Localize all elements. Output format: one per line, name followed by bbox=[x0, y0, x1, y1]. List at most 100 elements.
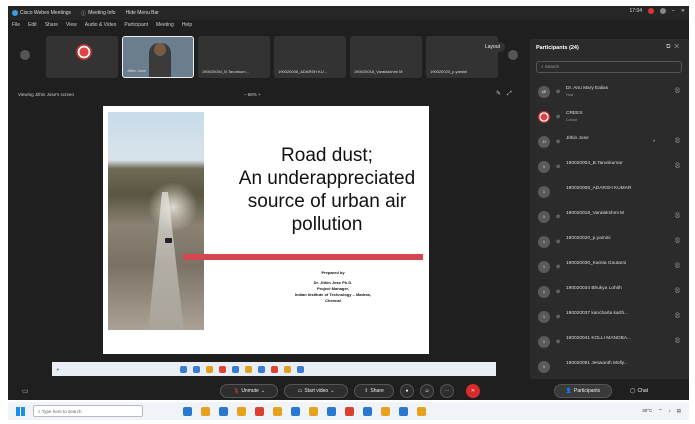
share-button[interactable]: ⇪ Share bbox=[354, 384, 394, 398]
participant-name: 190020018_Varalakshmi M bbox=[566, 211, 625, 216]
tile-name: 190020008_ADARSH KU... bbox=[278, 69, 327, 74]
webex-window: Cisco Webex Meetings ⓘ Meeting Info Hide… bbox=[8, 6, 689, 400]
avatar: JJ bbox=[538, 136, 550, 148]
captions-icon[interactable]: ▭ bbox=[22, 387, 29, 395]
participant-name: 190020041 KOLLI MANOBA... bbox=[566, 336, 632, 341]
participant-row[interactable]: 1 ⊘ 190020041 KOLLI MANOBA... ⛒ bbox=[534, 331, 684, 356]
mic-muted-icon: ⊘ bbox=[556, 214, 561, 220]
taskbar-app-icon[interactable] bbox=[309, 406, 318, 416]
menu-participant[interactable]: Participant bbox=[124, 22, 148, 28]
participant-row[interactable]: 1 ⊘ 190020004_B.Tarunkumar ⛒ bbox=[534, 156, 684, 181]
annotate-icon[interactable]: ✎ bbox=[496, 91, 507, 97]
unmute-button[interactable]: 🎙 Unmute ⌄ bbox=[220, 384, 278, 398]
slide-title-line: Road dust; bbox=[281, 145, 373, 166]
taskbar-app-icon[interactable] bbox=[381, 406, 390, 416]
weather-widget-icon: ☀ bbox=[56, 366, 60, 372]
notification-icon[interactable]: ▤ bbox=[677, 408, 681, 414]
start-video-button[interactable]: ▭ Start video ⌄ bbox=[284, 384, 348, 398]
volume-icon[interactable]: ♪ bbox=[668, 408, 670, 414]
windows-start-icon[interactable] bbox=[16, 406, 25, 416]
menu-help[interactable]: Help bbox=[182, 22, 192, 28]
video-tile[interactable]: 190020018_Varalakshmi M bbox=[350, 36, 422, 78]
settings-icon[interactable] bbox=[660, 8, 667, 14]
fullscreen-icon[interactable]: ⤢ bbox=[507, 91, 518, 97]
video-tile-active[interactable]: Jithin Jose bbox=[122, 36, 194, 78]
app-title: Cisco Webex Meetings bbox=[12, 10, 71, 16]
participant-role: Host bbox=[566, 93, 574, 97]
minimize-icon[interactable]: – bbox=[672, 8, 675, 14]
participant-search-input[interactable]: ⌕ Search bbox=[536, 61, 682, 73]
chevron-down-icon: ⌄ bbox=[260, 388, 266, 394]
strip-nav-icon[interactable] bbox=[20, 50, 30, 60]
strip-next-icon[interactable] bbox=[508, 50, 518, 60]
video-tile[interactable]: 190020004_B.Tarunkum... bbox=[198, 36, 270, 78]
slide-title-line: pollution bbox=[291, 214, 363, 235]
participant-row[interactable]: 1 ⊘ 190020018_Varalakshmi M ⛒ bbox=[534, 206, 684, 231]
menu-meeting[interactable]: Meeting bbox=[156, 22, 174, 28]
meeting-controls: ▭ 🎙 Unmute ⌄ ▭ Start video ⌄ ⇪ Share ● ☺… bbox=[8, 380, 689, 400]
taskbar-app-icon[interactable] bbox=[417, 406, 426, 416]
taskbar-app-icon[interactable] bbox=[201, 406, 210, 416]
app-icon bbox=[205, 365, 213, 373]
chat-icon: ◯ bbox=[629, 388, 636, 394]
tile-name: 190020020_p.yamini bbox=[430, 69, 468, 74]
avatar: 1 bbox=[538, 211, 550, 223]
taskbar-app-icon[interactable] bbox=[345, 406, 354, 416]
zoom-in-icon[interactable]: + bbox=[258, 92, 261, 97]
participant-row[interactable]: 1 190020008_ADARSH KUMAR bbox=[534, 181, 684, 206]
layout-button[interactable]: Layout bbox=[480, 42, 506, 52]
menu-view[interactable]: View bbox=[66, 22, 77, 28]
participant-row[interactable]: 1 ⊘ 190020020_p.yamini ⛒ bbox=[534, 231, 684, 256]
taskbar-app-icon[interactable] bbox=[183, 406, 192, 416]
menu-file[interactable]: File bbox=[12, 22, 20, 28]
wifi-icon[interactable]: ⌔ bbox=[658, 408, 662, 414]
avatar: 1 bbox=[538, 236, 550, 248]
video-tile[interactable] bbox=[46, 36, 118, 78]
taskbar-app-icon[interactable] bbox=[363, 406, 372, 416]
video-strip: Jithin Jose 190020004_B.Tarunkum... 1900… bbox=[8, 32, 528, 82]
participant-row[interactable]: JJ ⊘ Jithin Jose ◐ ⛒ bbox=[534, 131, 684, 156]
taskbar-app-icon[interactable] bbox=[237, 406, 246, 416]
taskbar-app-icon[interactable] bbox=[291, 406, 300, 416]
chat-button[interactable]: ◯ Chat bbox=[620, 384, 658, 398]
participant-row[interactable]: AE ⊘ Dr. Anu Mary Ealias Host ⛒ bbox=[534, 81, 684, 106]
participants-panel: Participants (24) ⧉✕ ⌕ Search AE ⊘ Dr. A… bbox=[530, 39, 689, 379]
video-off-icon: ⛒ bbox=[674, 313, 680, 319]
taskbar-search-input[interactable]: ⌕ Type here to search bbox=[33, 405, 143, 417]
org-logo-icon bbox=[76, 44, 92, 60]
meeting-info-button[interactable]: ⓘ Meeting Info bbox=[81, 10, 116, 17]
reactions-button[interactable]: ☺ bbox=[420, 384, 434, 398]
participant-name: Dr. Anu Mary Ealias bbox=[566, 86, 609, 91]
avatar-logo bbox=[538, 111, 550, 123]
taskbar-app-icon[interactable] bbox=[219, 406, 228, 416]
more-icon: ⋯ bbox=[444, 388, 450, 394]
video-tile[interactable]: 190020008_ADARSH KU... bbox=[274, 36, 346, 78]
hide-menu-bar-button[interactable]: Hide Menu Bar bbox=[126, 10, 159, 16]
zoom-control[interactable]: – 66% + bbox=[244, 92, 261, 97]
end-call-button[interactable]: ✕ bbox=[466, 384, 480, 398]
record-button[interactable]: ● bbox=[400, 384, 414, 398]
menu-edit[interactable]: Edit bbox=[28, 22, 37, 28]
taskbar-app-icon[interactable] bbox=[273, 406, 282, 416]
app-icon bbox=[179, 365, 187, 373]
participant-row[interactable]: ⊘ CREES Cohost bbox=[534, 106, 684, 131]
menu-audio-video[interactable]: Audio & Video bbox=[85, 22, 117, 28]
menu-share[interactable]: Share bbox=[45, 22, 58, 28]
tile-name: 190020004_B.Tarunkum... bbox=[202, 69, 249, 74]
avatar: 1 bbox=[538, 161, 550, 173]
taskbar-app-icon[interactable] bbox=[399, 406, 408, 416]
more-options-button[interactable]: ⋯ bbox=[440, 384, 454, 398]
mic-muted-icon: ⊘ bbox=[556, 139, 561, 145]
taskbar-app-icon[interactable] bbox=[255, 406, 264, 416]
participant-row[interactable]: 1 ⊘ 190020034 Bhukya Lohith ⛒ bbox=[534, 281, 684, 306]
participant-row[interactable]: 1 ⊘ 190020030_Kamta Goutami ⛒ bbox=[534, 256, 684, 281]
participant-row[interactable]: 1 ⊘ 190020037 kancharla karth... ⛒ bbox=[534, 306, 684, 331]
taskbar-app-icon[interactable] bbox=[327, 406, 336, 416]
close-icon[interactable]: ✕ bbox=[681, 8, 685, 14]
close-icon[interactable]: ✕ bbox=[674, 44, 683, 50]
clock: 17:04 bbox=[629, 8, 643, 14]
participants-button[interactable]: 👤 Participants bbox=[554, 384, 612, 398]
participant-row[interactable]: 1 190020091 Jeswanth Molly... bbox=[534, 356, 684, 381]
tile-name: Jithin Jose bbox=[127, 68, 146, 73]
shared-screen-taskbar: ☀ bbox=[52, 362, 496, 376]
